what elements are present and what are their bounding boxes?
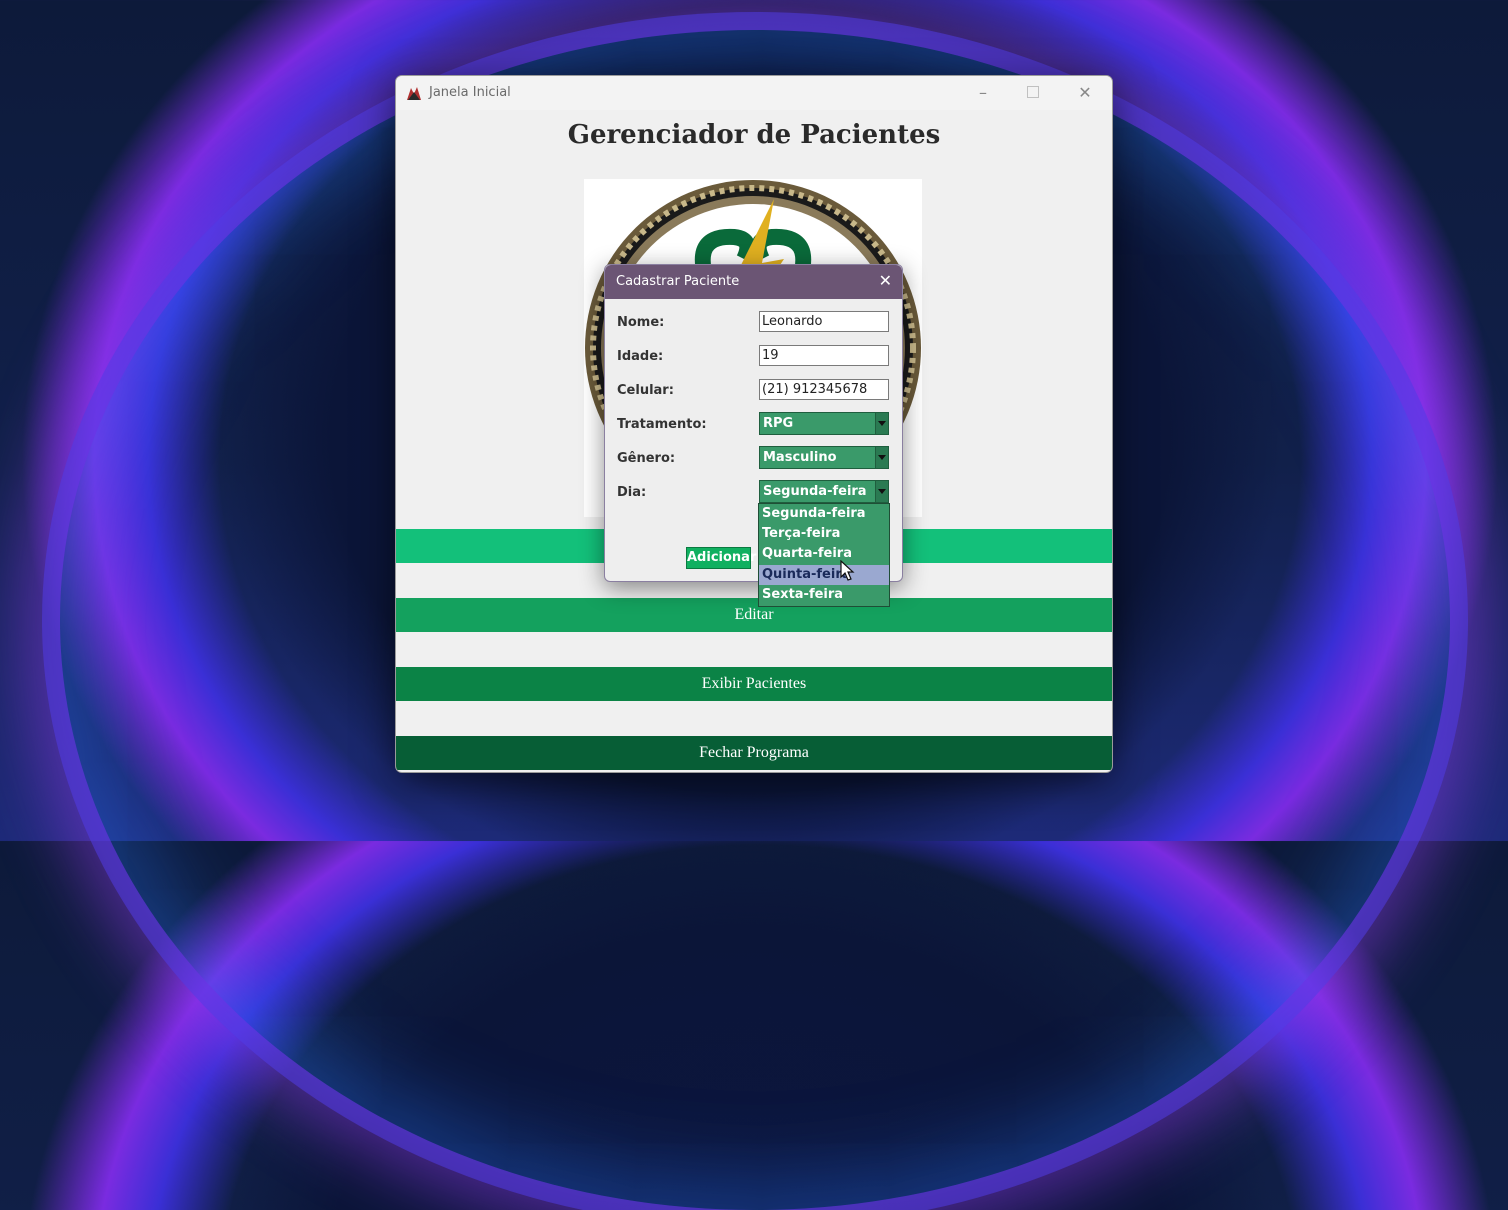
- dialog-title: Cadastrar Paciente: [616, 274, 740, 289]
- close-button[interactable]: ✕: [1062, 76, 1108, 108]
- dialog-close-icon[interactable]: ✕: [879, 271, 892, 290]
- dia-value: Segunda-feira: [763, 484, 867, 499]
- java-app-icon: [405, 84, 423, 101]
- nome-label: Nome:: [617, 315, 665, 330]
- dia-option[interactable]: Sexta-feira: [759, 585, 889, 605]
- mouse-cursor-icon: [840, 560, 855, 581]
- dia-select[interactable]: Segunda-feira: [759, 480, 889, 503]
- app-heading: Gerenciador de Pacientes: [567, 120, 941, 150]
- dia-label: Dia:: [617, 485, 647, 500]
- chevron-down-icon[interactable]: [875, 481, 888, 502]
- dia-dropdown-list: Segunda-feira Terça-feira Quarta-feira Q…: [758, 503, 890, 607]
- dia-option[interactable]: Segunda-feira: [759, 504, 889, 524]
- celular-input[interactable]: (21) 912345678: [759, 379, 889, 400]
- dia-option[interactable]: Terça-feira: [759, 524, 889, 544]
- window-title: Janela Inicial: [429, 85, 511, 100]
- window-titlebar: Janela Inicial – ✕: [396, 76, 1112, 110]
- chevron-down-icon[interactable]: [875, 413, 888, 434]
- genero-label: Gênero:: [617, 451, 676, 466]
- tratamento-value: RPG: [763, 416, 794, 431]
- tratamento-label: Tratamento:: [617, 417, 707, 432]
- minimize-button[interactable]: –: [960, 76, 1006, 108]
- chevron-down-icon[interactable]: [875, 447, 888, 468]
- dia-option-highlighted[interactable]: Quinta-feira: [759, 565, 889, 585]
- celular-label: Celular:: [617, 383, 674, 398]
- dialog-titlebar: Cadastrar Paciente ✕: [605, 265, 902, 299]
- tratamento-select[interactable]: RPG: [759, 412, 889, 435]
- genero-value: Masculino: [763, 450, 837, 465]
- exibir-pacientes-button[interactable]: Exibir Pacientes: [396, 667, 1112, 701]
- maximize-button[interactable]: [1010, 76, 1056, 108]
- adicionar-button[interactable]: Adicionar: [686, 547, 756, 569]
- idade-label: Idade:: [617, 349, 664, 364]
- nome-input[interactable]: Leonardo: [759, 311, 889, 332]
- maximize-icon: [1027, 86, 1039, 98]
- genero-select[interactable]: Masculino: [759, 446, 889, 469]
- editar-button[interactable]: Editar: [396, 598, 1112, 632]
- dia-option[interactable]: Quarta-feira: [759, 544, 889, 564]
- fechar-programa-button[interactable]: Fechar Programa: [396, 736, 1112, 770]
- idade-input[interactable]: 19: [759, 345, 889, 366]
